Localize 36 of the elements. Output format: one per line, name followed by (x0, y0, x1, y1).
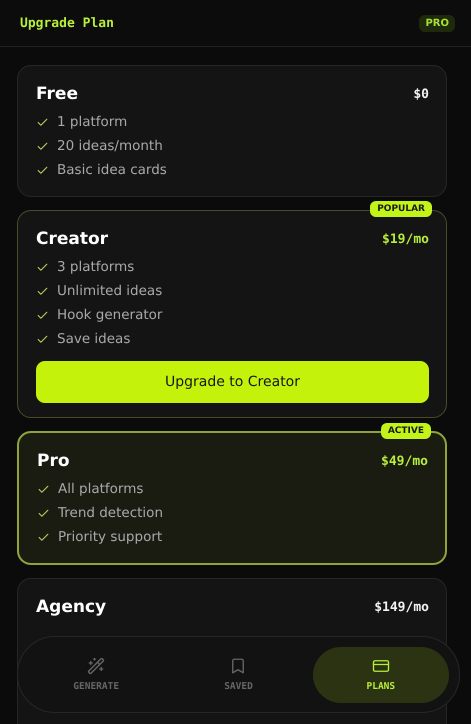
check-icon (36, 284, 49, 298)
feature-text: 3 platforms (57, 259, 134, 275)
check-icon (36, 308, 49, 322)
check-icon (37, 482, 50, 496)
upgrade-button[interactable]: Upgrade to Creator (36, 361, 429, 403)
plan-price: $49/mo (381, 454, 428, 468)
magic-wand-icon (87, 657, 106, 675)
feature-text: Trend detection (58, 505, 163, 521)
plan-name: Agency (36, 597, 106, 617)
plan-badge: ACTIVE (380, 423, 431, 439)
feature-text: All platforms (58, 481, 144, 497)
plan-name: Free (36, 84, 78, 104)
feature-text: Priority support (58, 529, 162, 545)
check-icon (36, 260, 49, 274)
plan-badge: POPULAR (370, 201, 432, 217)
check-icon (37, 530, 50, 544)
plan-price: $0 (413, 86, 429, 102)
check-icon (36, 164, 49, 176)
feature-text: Save ideas (57, 331, 130, 347)
plan-name: Pro (37, 451, 70, 471)
check-icon (37, 506, 50, 520)
check-icon (36, 140, 49, 152)
nav-tab[interactable]: PLANS (312, 646, 449, 702)
plan-price: $19/mo (382, 232, 429, 246)
feature-text: Unlimited ideas (57, 283, 162, 299)
page-title: Upgrade Plan (20, 16, 114, 30)
check-icon (36, 332, 49, 346)
plan-name: Creator (36, 229, 108, 249)
feature-text: Hook generator (57, 307, 162, 323)
check-icon (36, 116, 49, 128)
card-icon (372, 657, 390, 675)
plan-price: $149/mo (374, 600, 429, 614)
feature-text: 1 platform (57, 114, 128, 130)
feature-text: 20 ideas/month (57, 138, 163, 154)
plan-badge: PRO (419, 14, 455, 32)
feature-text: Basic idea cards (57, 162, 167, 178)
